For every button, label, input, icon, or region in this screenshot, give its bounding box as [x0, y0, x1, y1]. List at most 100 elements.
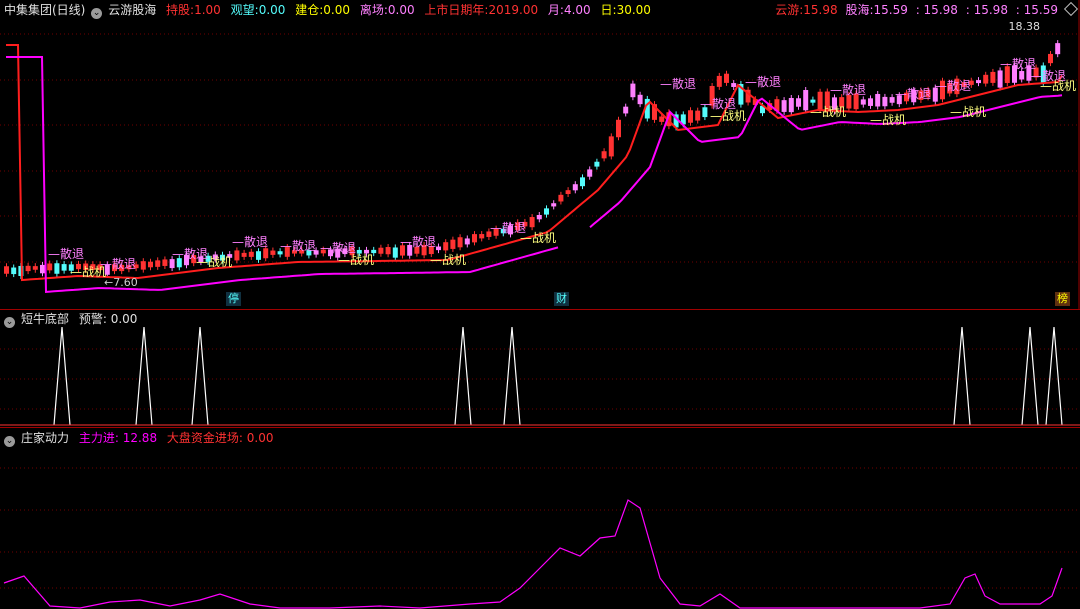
candle-body: [47, 263, 53, 271]
candle-body: [990, 71, 996, 83]
bottom-spike: [953, 326, 971, 426]
signal-exit-label: —散退: [745, 74, 781, 89]
signal-exit-label: —散退: [280, 238, 316, 253]
bottom-spike: [1021, 326, 1039, 426]
candle-body: [40, 264, 45, 274]
candle-body: [54, 263, 60, 274]
candle-body: [241, 252, 247, 257]
ma-magenta-line: [6, 56, 559, 293]
candle-body: [385, 247, 391, 255]
candle-body: [788, 97, 794, 113]
candle-body: [536, 214, 542, 220]
tag-bang[interactable]: 榜: [1055, 292, 1070, 306]
candle-body: [436, 246, 441, 251]
dealer-power-panel[interactable]: ⌄ 庄家动力 主力进: 12.88 大盘资金进场: 0.00: [0, 428, 1080, 609]
candle-body: [623, 106, 629, 114]
signal-entry-label: —战机: [870, 113, 906, 127]
settings-circle-icon[interactable]: ⌄: [91, 8, 103, 19]
signal-entry-label: —战机: [1040, 79, 1076, 93]
candle-body: [616, 119, 621, 138]
candle-body: [551, 203, 557, 207]
candle-body: [155, 260, 161, 267]
candle-body: [234, 250, 240, 261]
candle-body: [464, 238, 470, 245]
settings-circle-icon[interactable]: ⌄: [4, 317, 15, 328]
candle-body: [392, 247, 398, 258]
candle-body: [997, 70, 1003, 88]
candle-body: [860, 99, 866, 105]
value3: : 15.98: [915, 3, 958, 17]
signal-exit-label: —散退: [935, 78, 971, 93]
candle-body: [32, 266, 38, 270]
guhai-readout: 股海:15.59: [845, 3, 908, 17]
bottom-spike: [191, 326, 209, 426]
candle-body: [580, 177, 585, 187]
candle-body: [875, 93, 881, 107]
signal-entry-label: —战机: [70, 265, 106, 279]
candle-body: [868, 98, 873, 106]
low-price-label: ←7.60: [104, 276, 138, 289]
panel3-title: 庄家动力: [21, 431, 70, 445]
lichang-readout: 离场:0.00: [359, 3, 415, 17]
candle-body: [716, 75, 722, 87]
candle-body: [724, 73, 729, 83]
candle-body: [889, 97, 895, 103]
short-bull-panel[interactable]: ⌄ 短牛底部 预警: 0.00: [0, 309, 1080, 428]
candle-body: [983, 74, 989, 84]
tag-cai[interactable]: 财: [554, 292, 569, 306]
settings-circle-icon[interactable]: ⌄: [4, 436, 15, 447]
candle-body: [572, 184, 578, 191]
dealer-power-header: ⌄ 庄家动力 主力进: 12.88 大盘资金进场: 0.00: [4, 430, 280, 447]
candle-body: [1019, 71, 1025, 80]
candle-body: [529, 217, 535, 228]
bottom-spike: [503, 326, 521, 426]
candle-body: [608, 136, 614, 157]
market-fund-readout: 大盘资金进场: 0.00: [166, 431, 274, 445]
signal-entry-label: —战机: [520, 231, 556, 245]
day-readout: 日:30.00: [600, 3, 651, 17]
candle-body: [148, 261, 153, 268]
value5: : 15.59: [1015, 3, 1058, 17]
tag-ting[interactable]: 停: [226, 292, 241, 306]
value4: : 15.98: [965, 3, 1008, 17]
candle-body: [378, 247, 384, 254]
month-readout: 月:4.00: [547, 3, 591, 17]
signal-exit-label: —散退: [830, 82, 866, 97]
guanwang-readout: 观望:0.00: [230, 3, 286, 17]
candle-body: [472, 234, 477, 243]
alert-readout: 预警: 0.00: [78, 312, 138, 326]
signal-exit-label: —散退: [400, 234, 436, 249]
signal-exit-label: —散退: [232, 234, 268, 249]
short-bull-header: ⌄ 短牛底部 预警: 0.00: [4, 311, 143, 328]
candle-body: [457, 237, 463, 248]
candle-body: [882, 96, 888, 107]
candle-body: [781, 100, 787, 112]
signal-entry-label: —战机: [338, 253, 374, 267]
main-chart-header: 中集集团(日线) ⌄ 云游股海 持股:1.00 观望:0.00 建仓:0.00 离…: [4, 2, 657, 19]
candle-body: [1048, 53, 1053, 64]
candle-body: [587, 169, 593, 177]
candle-body: [731, 83, 737, 87]
candle-body: [248, 251, 254, 257]
indicator-name: 云游股海: [108, 3, 157, 17]
jiancang-readout: 建仓:0.00: [295, 3, 350, 17]
bottom-spike: [135, 326, 153, 426]
candle-body: [443, 242, 449, 251]
candle-body: [659, 116, 665, 122]
chigu-readout: 持股:1.00: [166, 3, 221, 17]
candle-body: [976, 80, 981, 84]
candlestick-chart[interactable]: —散退—散退—散退—散退 —散退 —散退 —散退—散退—散退—散退—散退—散退 —散退—…: [0, 0, 1080, 309]
bottom-signal-chart: [0, 326, 1080, 426]
main-chart-panel[interactable]: —散退 —散退 —散退 —散退 —散退 —散退 —散退 —散退 —散退 —散退 —散退 —散退 —散退 —…: [0, 0, 1080, 309]
candle-body: [594, 161, 600, 167]
candle-body: [796, 98, 801, 107]
candle-body: [162, 259, 168, 266]
candle-body: [630, 83, 636, 98]
candle-body: [140, 261, 146, 270]
candle-body: [11, 267, 17, 275]
stock-name: 中集集团(日线): [4, 3, 86, 17]
candle-body: [263, 248, 269, 259]
candle-body: [270, 250, 276, 255]
signal-entry-label: —战机: [710, 109, 746, 123]
signal-entry-label: —战机: [430, 253, 466, 267]
